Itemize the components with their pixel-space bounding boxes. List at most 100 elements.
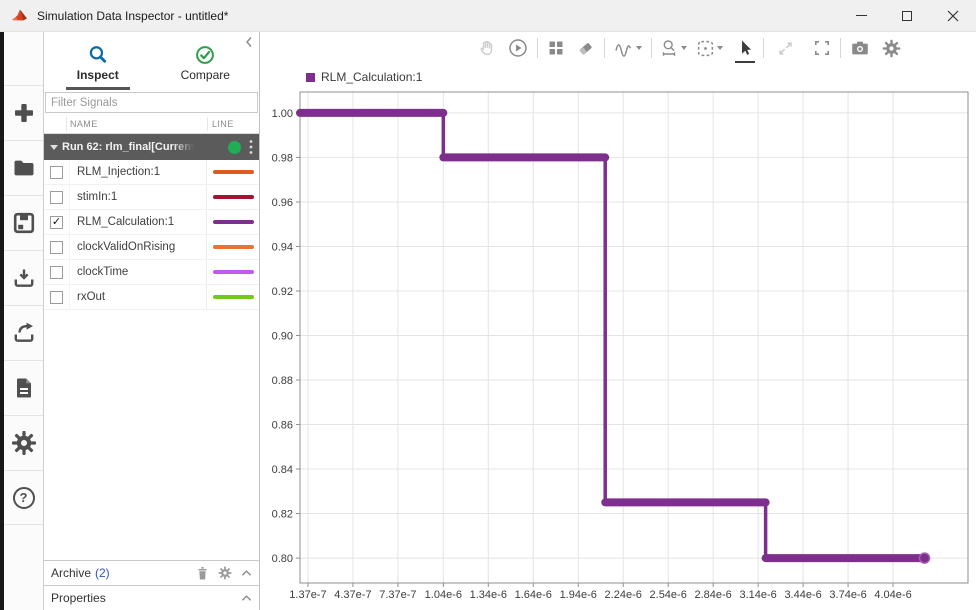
table-row[interactable]: clockTime <box>44 260 259 285</box>
clear-subplots-button[interactable] <box>574 35 597 61</box>
svg-text:3.44e-6: 3.44e-6 <box>784 589 821 601</box>
expand-triangle-icon[interactable] <box>50 145 58 150</box>
trash-icon[interactable] <box>196 566 209 581</box>
kebab-menu-icon[interactable] <box>248 139 254 155</box>
signal-checkbox[interactable] <box>50 191 63 204</box>
signal-name: clockValidOnRising <box>70 241 206 253</box>
line-column-header: LINE <box>212 119 234 129</box>
svg-text:4.37e-7: 4.37e-7 <box>334 589 371 601</box>
preferences-button[interactable] <box>4 415 43 470</box>
archive-settings-gear-icon[interactable] <box>218 566 232 580</box>
svg-text:0.84: 0.84 <box>272 464 293 476</box>
titlebar: Simulation Data Inspector - untitled* <box>0 0 976 32</box>
pan-hand-icon <box>478 39 496 57</box>
collapse-panel-button[interactable] <box>242 35 256 49</box>
svg-text:2.54e-6: 2.54e-6 <box>650 589 687 601</box>
export-button[interactable] <box>4 305 43 360</box>
table-row[interactable]: RLM_Injection:1 <box>44 160 259 185</box>
filter-signals-input[interactable] <box>45 92 258 113</box>
maximize-button[interactable] <box>884 0 930 32</box>
import-button[interactable] <box>4 250 43 305</box>
matlab-logo-icon <box>11 7 28 24</box>
table-row[interactable]: rxOut <box>44 285 259 310</box>
svg-text:0.94: 0.94 <box>272 241 293 253</box>
plot-svg[interactable]: 1.37e-74.37e-77.37e-71.04e-61.34e-61.64e… <box>260 64 976 610</box>
signal-name: stimIn:1 <box>70 191 206 203</box>
tab-compare-label: Compare <box>181 68 230 82</box>
svg-text:2.24e-6: 2.24e-6 <box>605 589 642 601</box>
chevron-left-icon <box>245 36 253 48</box>
create-report-button[interactable] <box>4 360 43 415</box>
tab-inspect[interactable]: Inspect <box>44 32 152 90</box>
signal-options-button[interactable] <box>612 35 644 61</box>
pointer-select-button[interactable] <box>734 35 756 61</box>
table-row[interactable]: RLM_Calculation:1 <box>44 210 259 235</box>
plot-settings-button[interactable] <box>880 35 903 61</box>
chevron-up-icon[interactable] <box>241 569 252 577</box>
svg-text:0.96: 0.96 <box>272 197 293 209</box>
signal-line-swatch <box>213 170 254 174</box>
maximize-plot-button[interactable] <box>811 35 833 61</box>
pointer-arrow-icon <box>736 39 754 57</box>
active-tab-indicator <box>66 87 130 90</box>
signal-name: RLM_Calculation:1 <box>70 216 206 228</box>
pan-button[interactable] <box>476 35 498 61</box>
signal-checkbox[interactable] <box>50 241 63 254</box>
archive-label: Archive <box>51 566 91 580</box>
signal-browser-panel: Inspect Compare NAME LINE Run 62: rlm_fi… <box>44 32 260 610</box>
window-title: Simulation Data Inspector - untitled* <box>37 9 228 23</box>
replay-button[interactable] <box>506 35 530 61</box>
export-icon <box>12 321 36 345</box>
plot-panel: RLM_Calculation:1 1.37e-74.37e-77.37e-71… <box>260 32 976 610</box>
camera-icon <box>850 39 870 57</box>
dropdown-caret-icon[interactable] <box>717 46 723 50</box>
chevron-up-icon[interactable] <box>241 594 252 602</box>
signal-checkbox[interactable] <box>50 216 63 229</box>
minimize-icon <box>856 15 867 16</box>
zoom-button[interactable] <box>659 35 689 61</box>
help-icon: ? <box>13 487 35 509</box>
simulation-data-inspector-window: { "window": { "title": "Simulation Data … <box>0 0 976 610</box>
signal-line-swatch <box>213 245 254 249</box>
table-row[interactable]: clockValidOnRising <box>44 235 259 260</box>
plus-icon <box>12 101 36 125</box>
svg-text:1.04e-6: 1.04e-6 <box>425 589 462 601</box>
dropdown-caret-icon[interactable] <box>681 46 687 50</box>
save-session-button[interactable] <box>4 195 43 250</box>
name-column-header: NAME <box>70 119 98 129</box>
snapshot-button[interactable] <box>848 35 872 61</box>
signal-name: rxOut <box>70 291 206 303</box>
run-group-row[interactable]: Run 62: rlm_final[Current <box>44 134 259 160</box>
save-icon <box>12 211 36 235</box>
signal-checkbox[interactable] <box>50 291 63 304</box>
signal-wave-icon <box>614 39 634 57</box>
dropdown-caret-icon[interactable] <box>636 46 642 50</box>
inspect-magnifier-icon <box>88 45 108 65</box>
close-button[interactable] <box>930 0 976 32</box>
subplot-layout-button[interactable] <box>545 35 567 61</box>
signal-line-swatch <box>213 295 254 299</box>
fit-to-view-button[interactable] <box>694 35 725 61</box>
signal-checkbox[interactable] <box>50 266 63 279</box>
help-button[interactable]: ? <box>4 470 43 525</box>
svg-text:0.86: 0.86 <box>272 420 293 432</box>
minimize-button[interactable] <box>838 0 884 32</box>
svg-text:1.37e-7: 1.37e-7 <box>289 589 326 601</box>
filter-row <box>44 90 259 115</box>
signal-name: RLM_Injection:1 <box>70 166 206 178</box>
import-icon <box>12 266 36 290</box>
report-document-icon <box>12 376 36 400</box>
table-row[interactable]: stimIn:1 <box>44 185 259 210</box>
replay-icon <box>508 38 528 58</box>
compare-check-icon <box>195 45 215 65</box>
new-run-button[interactable] <box>4 85 43 140</box>
archive-section-header[interactable]: Archive (2) <box>44 560 259 585</box>
archive-count-badge: (2) <box>95 566 110 580</box>
fullscreen-brackets-icon <box>813 39 831 57</box>
run-status-dot <box>228 141 241 154</box>
properties-section-header[interactable]: Properties <box>44 585 259 610</box>
signal-checkbox[interactable] <box>50 166 63 179</box>
open-session-button[interactable] <box>4 140 43 195</box>
svg-text:0.80: 0.80 <box>272 553 293 565</box>
undock-button[interactable] <box>774 35 797 61</box>
